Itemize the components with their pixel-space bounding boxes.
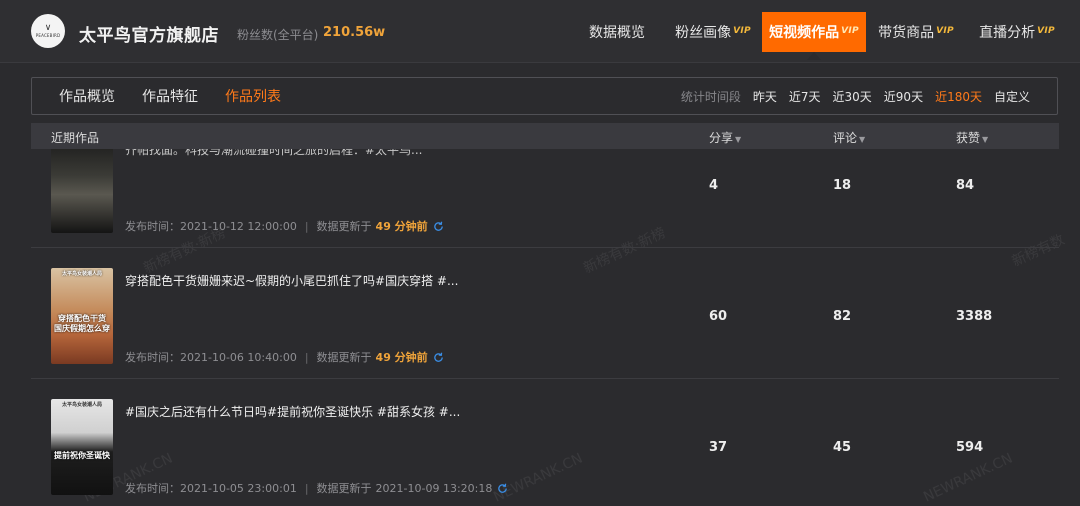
- refresh-icon[interactable]: [497, 483, 508, 494]
- publish-label: 发布时间：: [125, 220, 180, 233]
- col-share[interactable]: 分享 ▼: [709, 129, 741, 146]
- nav-label: 粉丝画像: [675, 25, 732, 41]
- logo-mark: ∨: [44, 22, 52, 33]
- thumbnail-top-text: 太平鸟女装潮人局: [61, 271, 102, 277]
- period-selector: 统计时间段 昨天 近7天 近30天 近90天 近180天 自定义: [681, 78, 1057, 114]
- sub-tabs: 作品概览 作品特征 作品列表: [59, 78, 308, 114]
- tab-works-list[interactable]: 作品列表: [225, 86, 281, 106]
- update-time: 49 分钟前: [375, 351, 428, 364]
- publish-label: 发布时间：: [125, 351, 180, 364]
- comment-count: 18: [833, 178, 852, 193]
- shop-name: 太平鸟官方旗舰店: [79, 26, 219, 46]
- video-thumbnail[interactable]: 太平鸟女装潮人局 穿搭配色干货 国庆假期怎么穿: [51, 268, 113, 364]
- logo-text: PEACEBIRD: [35, 32, 61, 38]
- publish-time: 2021-10-06 10:40:00: [180, 350, 297, 364]
- tab-works-features[interactable]: 作品特征: [142, 86, 198, 106]
- period-7d[interactable]: 近7天: [789, 88, 821, 105]
- share-count: 37: [709, 440, 728, 455]
- nav-label: 带货商品: [878, 25, 935, 41]
- update-time: 49 分钟前: [375, 220, 428, 233]
- video-thumbnail[interactable]: 太平鸟女装潮人局 提前祝你圣诞快: [51, 399, 113, 495]
- sub-tab-bar: 作品概览 作品特征 作品列表 统计时间段 昨天 近7天 近30天 近90天 近1…: [31, 77, 1058, 115]
- comment-count: 82: [833, 309, 852, 324]
- separator: |: [304, 219, 309, 233]
- period-90d[interactable]: 近90天: [884, 88, 923, 105]
- update-label: 数据更新于: [316, 220, 372, 233]
- publish-time: 2021-10-12 12:00:00: [180, 219, 297, 233]
- update-label: 数据更新于: [316, 351, 372, 364]
- nav-item-products[interactable]: 带货商品 VIP: [866, 12, 966, 52]
- like-count: 84: [956, 178, 975, 193]
- table-row[interactable]: 齐帕找面。科技与潮流碰撞时间之旅的启程：#太平鸟... 发布时间： 2021-10…: [31, 149, 1059, 248]
- nav-label: 短视频作品: [769, 25, 840, 41]
- main-nav: 数据概览 粉丝画像 VIP 短视频作品 VIP 带货商品 VIP 直播分析 VIP: [570, 12, 1080, 60]
- like-count: 3388: [956, 309, 993, 324]
- separator: |: [304, 350, 309, 364]
- col-works: 近期作品: [51, 131, 100, 145]
- nav-label: 直播分析: [979, 25, 1036, 41]
- comment-count: 45: [833, 440, 852, 455]
- update-label: 数据更新于: [316, 482, 372, 495]
- share-count: 4: [709, 178, 719, 193]
- video-title[interactable]: 齐帕找面。科技与潮流碰撞时间之旅的启程：#太平鸟...: [125, 149, 423, 158]
- video-thumbnail[interactable]: [51, 149, 113, 233]
- sort-down-icon: ▼: [735, 135, 742, 144]
- shop-logo[interactable]: ∨ PEACEBIRD: [31, 14, 65, 48]
- col-comment[interactable]: 评论 ▼: [833, 129, 865, 146]
- col-share-label: 分享: [709, 131, 734, 145]
- vip-badge: VIP: [936, 26, 954, 36]
- thumbnail-caption: 提前祝你圣诞快: [54, 451, 110, 460]
- period-custom[interactable]: 自定义: [994, 88, 1030, 105]
- table-header: 近期作品 分享 ▼ 评论 ▼ 获赞 ▼: [31, 123, 1059, 149]
- fans-value: 210.56w: [323, 25, 386, 40]
- update-time: 2021-10-09 13:20:18: [375, 481, 493, 495]
- period-180d[interactable]: 近180天: [935, 88, 982, 105]
- nav-label: 数据概览: [589, 25, 645, 41]
- vip-badge: VIP: [841, 26, 859, 36]
- table-row[interactable]: 太平鸟女装潮人局 提前祝你圣诞快 #国庆之后还有什么节日吗#提前祝你圣诞快乐 #…: [31, 379, 1059, 499]
- col-like[interactable]: 获赞 ▼: [956, 129, 988, 146]
- table-row[interactable]: 太平鸟女装潮人局 穿搭配色干货 国庆假期怎么穿 穿搭配色干货姗姗来迟~假期的小尾…: [31, 248, 1059, 379]
- nav-item-overview[interactable]: 数据概览: [570, 12, 664, 52]
- video-meta: 发布时间： 2021-10-12 12:00:00 | 数据更新于 49 分钟前: [125, 218, 444, 234]
- period-yesterday[interactable]: 昨天: [753, 88, 777, 105]
- vip-badge: VIP: [733, 26, 751, 36]
- sort-down-icon: ▼: [982, 135, 989, 144]
- nav-item-live[interactable]: 直播分析 VIP: [966, 12, 1068, 52]
- share-count: 60: [709, 309, 728, 324]
- nav-item-fan-profile[interactable]: 粉丝画像 VIP: [664, 12, 762, 52]
- video-title[interactable]: #国庆之后还有什么节日吗#提前祝你圣诞快乐 #甜系女孩 #...: [125, 403, 460, 420]
- col-like-label: 获赞: [956, 131, 981, 145]
- period-30d[interactable]: 近30天: [833, 88, 872, 105]
- tab-works-overview[interactable]: 作品概览: [59, 86, 115, 106]
- like-count: 594: [956, 440, 984, 455]
- refresh-icon[interactable]: [433, 352, 444, 363]
- video-title[interactable]: 穿搭配色干货姗姗来迟~假期的小尾巴抓住了吗#国庆穿搭 #...: [125, 272, 458, 289]
- thumbnail-caption: 穿搭配色干货 国庆假期怎么穿: [54, 314, 110, 333]
- top-header: ∨ PEACEBIRD 太平鸟官方旗舰店 粉丝数(全平台) 210.56w 数据…: [0, 0, 1080, 63]
- col-comment-label: 评论: [833, 131, 858, 145]
- refresh-icon[interactable]: [433, 221, 444, 232]
- video-meta: 发布时间： 2021-10-06 10:40:00 | 数据更新于 49 分钟前: [125, 349, 444, 365]
- nav-item-short-video[interactable]: 短视频作品 VIP: [762, 12, 866, 60]
- fans-label: 粉丝数(全平台): [237, 28, 319, 42]
- sort-down-icon: ▼: [859, 135, 866, 144]
- publish-label: 发布时间：: [125, 482, 180, 495]
- video-meta: 发布时间： 2021-10-05 23:00:01 | 数据更新于 2021-10-…: [125, 480, 508, 496]
- separator: |: [304, 481, 309, 495]
- period-label: 统计时间段: [680, 89, 741, 104]
- publish-time: 2021-10-05 23:00:01: [180, 481, 297, 495]
- thumbnail-top-text: 太平鸟女装潮人局: [61, 402, 102, 408]
- vip-badge: VIP: [1037, 26, 1055, 36]
